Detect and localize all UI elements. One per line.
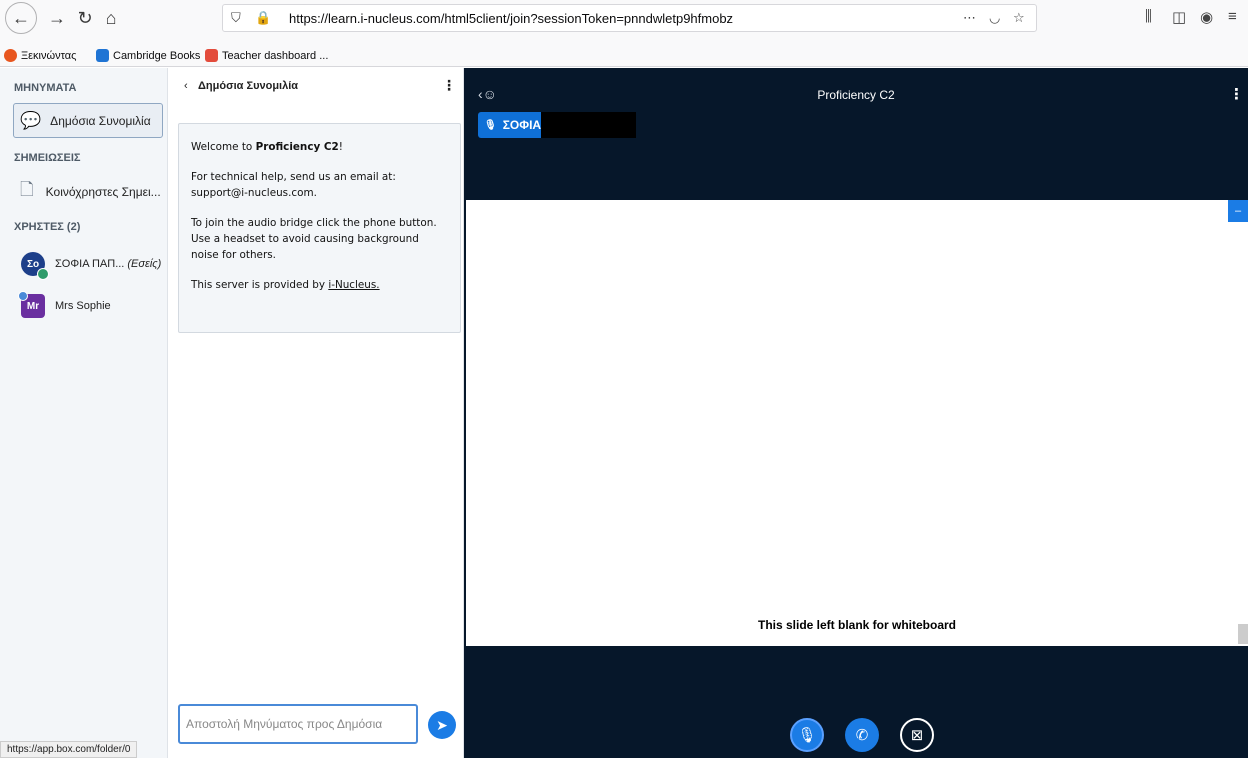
share-webcam-button[interactable]: ⊠ — [900, 718, 934, 752]
status-bar: https://app.box.com/folder/0 — [0, 741, 138, 758]
dashboard-icon — [205, 49, 218, 62]
mic-icon: 🎙 — [484, 119, 497, 131]
notes-section-title: ΣΗΜΕΙΩΣΕΙΣ — [14, 152, 81, 164]
firefox-icon — [4, 49, 17, 62]
lock-icon[interactable]: 🔒 — [255, 10, 271, 26]
redaction-box — [541, 112, 636, 138]
chat-bubble-icon: 💬 — [20, 110, 42, 130]
user-item[interactable]: Mr Mrs Sophie — [18, 291, 111, 318]
menu-icon[interactable]: ≡ — [1228, 8, 1237, 25]
sidebar-icon[interactable]: ◫ — [1172, 8, 1186, 26]
phone-icon: ✆ — [855, 727, 869, 744]
mic-status-icon — [37, 268, 49, 280]
inucleus-link[interactable]: i-Nucleus. — [328, 279, 379, 291]
bookmark-item[interactable]: Cambridge Books — [96, 49, 200, 62]
send-button[interactable]: ➤ — [428, 711, 456, 739]
user-list-panel: ΜΗΝΥΜΑΤΑ 💬 Δημόσια Συνομιλία ΣΗΜΕΙΩΣΕΙΣ … — [0, 68, 168, 758]
avatar: Σο — [21, 252, 49, 280]
chevron-left-icon[interactable]: ‹ — [184, 80, 188, 92]
chat-header: ‹ Δημόσια Συνομιλία ⋮ — [168, 68, 464, 104]
resize-handle[interactable] — [1238, 624, 1248, 644]
library-icon[interactable]: ⫼ — [1145, 8, 1152, 25]
pocket-icon[interactable]: ◡ — [989, 10, 1000, 26]
options-icon[interactable]: ⋮ — [1229, 85, 1244, 103]
url-text[interactable]: https://learn.i-nucleus.com/html5client/… — [289, 11, 733, 26]
url-bar[interactable]: ⛉ 🔒 https://learn.i-nucleus.com/html5cli… — [222, 4, 1037, 32]
whiteboard-slide[interactable]: This slide left blank for whiteboard — [466, 200, 1248, 646]
avatar: Mr — [18, 291, 45, 318]
forward-icon[interactable]: → — [42, 3, 72, 33]
box-icon — [96, 49, 109, 62]
back-icon[interactable]: ← — [5, 2, 37, 34]
minimize-presentation-button[interactable]: – — [1228, 200, 1248, 222]
presenter-icon — [18, 291, 28, 301]
audio-button[interactable]: ✆ — [845, 718, 879, 752]
shield-icon[interactable]: ⛉ — [231, 10, 241, 26]
chat-panel: ‹ Δημόσια Συνομιλία ⋮ Welcome to Profici… — [168, 68, 464, 758]
send-icon: ➤ — [436, 716, 448, 733]
document-icon: 🗋 — [20, 180, 34, 199]
message-input[interactable]: Αποστολή Μηνύματος προς Δημόσια — [178, 704, 418, 744]
welcome-message: Welcome to Proficiency C2! For technical… — [178, 123, 461, 333]
home-icon[interactable]: ⌂ — [96, 3, 126, 33]
messages-section-title: ΜΗΝΥΜΑΤΑ — [14, 82, 77, 94]
presentation-area: ‹☺ Proficiency C2 ⋮ 🎙 ΣΟΦΙΑ Π. This slid… — [464, 68, 1248, 758]
browser-toolbar: ← → ↻ ⌂ ⛉ 🔒 https://learn.i-nucleus.com/… — [0, 0, 1248, 45]
bookmarks-bar: Ξεκινώντας Cambridge Books Teacher dashb… — [0, 45, 1248, 67]
camera-off-icon: ⊠ — [910, 727, 924, 744]
bookmark-item[interactable]: Ξεκινώντας — [4, 49, 76, 62]
bookmark-item[interactable]: Teacher dashboard ... — [205, 49, 328, 62]
user-item[interactable]: Σο ΣΟΦΙΑ ΠΑΠ... (Εσείς) — [21, 252, 161, 280]
bookmark-star-icon[interactable]: ☆ — [1013, 10, 1025, 26]
mute-button[interactable]: 🎙 — [790, 718, 824, 752]
more-actions-icon[interactable]: ⋯ — [963, 10, 976, 26]
users-section-title: ΧΡΗΣΤΕΣ (2) — [14, 221, 81, 233]
public-chat-item[interactable]: 💬 Δημόσια Συνομιλία — [13, 103, 163, 138]
mic-icon: 🎙 — [797, 727, 817, 744]
chat-options-icon[interactable]: ⋮ — [442, 77, 456, 94]
shared-notes-item[interactable]: 🗋 Κοινόχρηστες Σημει... — [20, 177, 161, 206]
slide-text: This slide left blank for whiteboard — [757, 618, 957, 632]
account-icon[interactable]: ◉ — [1200, 8, 1213, 26]
chat-title[interactable]: Δημόσια Συνομιλία — [198, 80, 298, 92]
meeting-title: Proficiency C2 — [817, 88, 895, 102]
